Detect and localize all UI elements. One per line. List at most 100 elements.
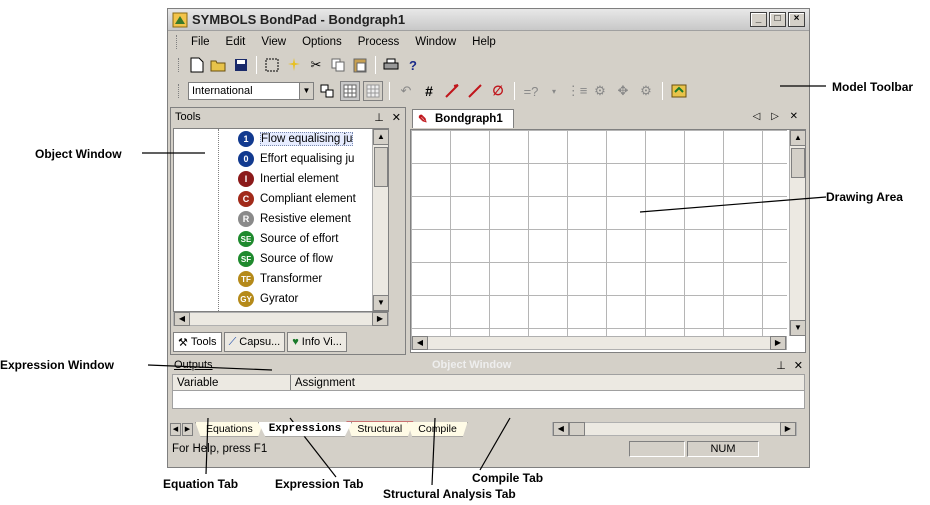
move-icon[interactable]: ✥ bbox=[613, 81, 633, 101]
scroll-up-icon[interactable]: ▲ bbox=[790, 130, 805, 146]
tab-structural[interactable]: Structural bbox=[346, 421, 414, 437]
list-item[interactable]: 0 Effort equalising ju bbox=[238, 149, 354, 169]
save-icon[interactable] bbox=[231, 55, 251, 75]
language-select[interactable]: International ▼ bbox=[188, 82, 314, 100]
equation-icon[interactable]: =? bbox=[521, 81, 541, 101]
grid-icon[interactable] bbox=[340, 81, 360, 101]
help-icon[interactable]: ? bbox=[403, 55, 423, 75]
scroll-thumb[interactable] bbox=[791, 148, 805, 178]
canvas-horizontal-scrollbar[interactable]: ◀ ▶ bbox=[411, 336, 787, 350]
list-item[interactable]: SE Source of effort bbox=[238, 229, 338, 249]
list-item[interactable]: 1 Flow equalising ju bbox=[238, 129, 354, 149]
select-icon[interactable] bbox=[262, 55, 282, 75]
list-item[interactable]: R Resistive element bbox=[238, 209, 351, 229]
print-icon[interactable] bbox=[381, 55, 401, 75]
scroll-left-icon[interactable]: ◀ bbox=[174, 312, 190, 326]
pencil-icon: ✎ bbox=[418, 114, 428, 126]
matrix-icon[interactable]: ⋮≡ bbox=[567, 81, 588, 101]
menu-options[interactable]: Options bbox=[294, 36, 350, 48]
menu-edit[interactable]: Edit bbox=[218, 36, 254, 48]
scroll-thumb[interactable] bbox=[374, 147, 388, 187]
paste-icon[interactable] bbox=[350, 55, 370, 75]
output-horizontal-scrollbar[interactable]: ◀ ▶ bbox=[551, 422, 797, 436]
list-item[interactable]: TF Transformer bbox=[238, 269, 322, 289]
scroll-right-icon[interactable]: ▶ bbox=[779, 422, 796, 436]
hammer-icon: ⚒ bbox=[178, 336, 188, 349]
scroll-down-icon[interactable]: ▼ bbox=[373, 295, 388, 311]
tab-info-view[interactable]: ♥ Info Vi... bbox=[287, 332, 347, 352]
tab-expressions[interactable]: Expressions bbox=[257, 421, 353, 437]
annotation-equation-tab: Equation Tab bbox=[163, 477, 239, 491]
list-item[interactable]: C Compliant element bbox=[238, 189, 356, 209]
scroll-up-icon[interactable]: ▲ bbox=[373, 129, 388, 145]
snap-grid-icon[interactable] bbox=[363, 81, 383, 101]
outputs-panel: Outputs Object Window ⊥ ✕ Variable Assig… bbox=[170, 357, 807, 409]
compile-icon[interactable] bbox=[669, 81, 689, 101]
maximize-button[interactable]: □ bbox=[769, 12, 786, 27]
toolbar-separator bbox=[514, 82, 515, 100]
transformer-icon: TF bbox=[238, 271, 254, 287]
new-icon[interactable] bbox=[187, 55, 207, 75]
column-header-assignment[interactable]: Assignment bbox=[291, 375, 804, 390]
tab-label: Tools bbox=[190, 336, 217, 348]
drawing-area[interactable]: ▲ ▼ ◀ ▶ bbox=[410, 129, 806, 353]
magic-icon[interactable] bbox=[284, 55, 304, 75]
half-arrow-icon[interactable] bbox=[465, 81, 485, 101]
document-nav-controls[interactable]: ◁ ▷ ✕ bbox=[753, 111, 802, 122]
column-header-variable[interactable]: Variable bbox=[173, 375, 291, 390]
copy-icon[interactable] bbox=[328, 55, 348, 75]
pin-icon[interactable]: ⊥ bbox=[776, 359, 786, 372]
undo-icon[interactable]: ↶ bbox=[396, 81, 416, 101]
tools-horizontal-scrollbar[interactable]: ◀ ▶ bbox=[173, 312, 389, 326]
status-bar: For Help, press F1 NUM bbox=[168, 439, 809, 459]
language-value: International bbox=[192, 85, 253, 97]
scroll-down-icon[interactable]: ▼ bbox=[790, 320, 805, 336]
cut-icon[interactable]: ✂ bbox=[306, 55, 326, 75]
menu-view[interactable]: View bbox=[253, 36, 294, 48]
menu-file[interactable]: File bbox=[183, 36, 218, 48]
tab-label: Capsu... bbox=[239, 336, 281, 348]
resistive-element-icon: R bbox=[238, 211, 254, 227]
menu-process[interactable]: Process bbox=[350, 36, 408, 48]
scroll-thumb[interactable] bbox=[568, 422, 585, 436]
scroll-right-icon[interactable]: ▶ bbox=[372, 312, 388, 326]
close-icon[interactable]: ✕ bbox=[392, 111, 401, 124]
annotation-model-toolbar: Model Toolbar bbox=[832, 80, 914, 94]
scroll-left-icon[interactable]: ◀ bbox=[412, 336, 428, 350]
settings-icon[interactable]: ⚙ bbox=[636, 81, 656, 101]
canvas-vertical-scrollbar[interactable]: ▲ ▼ bbox=[789, 130, 805, 336]
list-item[interactable]: SF Source of flow bbox=[238, 249, 333, 269]
outputs-title: Outputs bbox=[174, 359, 213, 371]
scroll-left-icon[interactable]: ◀ bbox=[552, 422, 569, 436]
menu-help[interactable]: Help bbox=[464, 36, 504, 48]
title-bar[interactable]: SYMBOLS BondPad - Bondgraph1 _ □ × bbox=[168, 9, 809, 31]
pin-icon[interactable]: ⊥ bbox=[374, 111, 384, 124]
tab-next-icon[interactable]: ▶ bbox=[182, 422, 193, 436]
no-causality-icon[interactable]: ∅ bbox=[488, 81, 508, 101]
list-item-label: Resistive element bbox=[260, 213, 351, 225]
open-icon[interactable] bbox=[209, 55, 229, 75]
list-item[interactable]: I Inertial element bbox=[238, 169, 339, 189]
tab-equations[interactable]: Equations bbox=[195, 421, 264, 437]
gyrator-icon: GY bbox=[238, 291, 254, 307]
tab-capsules[interactable]: ⟋ Capsu... bbox=[223, 332, 286, 352]
chevron-down-icon: ▼ bbox=[299, 83, 313, 99]
close-button[interactable]: × bbox=[788, 12, 805, 27]
menu-window[interactable]: Window bbox=[407, 36, 464, 48]
component-icon[interactable]: ⚙ bbox=[590, 81, 610, 101]
dropdown-icon[interactable]: ▾ bbox=[544, 81, 564, 101]
scroll-right-icon[interactable]: ▶ bbox=[770, 336, 786, 350]
tab-bondgraph1[interactable]: ✎ Bondgraph1 bbox=[412, 109, 514, 128]
tab-label: Info Vi... bbox=[301, 336, 342, 348]
tab-prev-icon[interactable]: ◀ bbox=[170, 422, 181, 436]
close-icon[interactable]: ✕ bbox=[794, 359, 803, 372]
bond-icon[interactable] bbox=[442, 81, 462, 101]
minimize-button[interactable]: _ bbox=[750, 12, 767, 27]
num-lock-indicator: NUM bbox=[687, 441, 759, 457]
tab-tools[interactable]: ⚒ Tools bbox=[173, 332, 222, 352]
hash-icon[interactable]: # bbox=[419, 81, 439, 101]
tools-vertical-scrollbar[interactable]: ▲ ▼ bbox=[372, 129, 388, 311]
tab-compile[interactable]: Compile bbox=[407, 421, 468, 437]
list-item[interactable]: GY Gyrator bbox=[238, 289, 298, 309]
capsule-icon[interactable] bbox=[317, 81, 337, 101]
